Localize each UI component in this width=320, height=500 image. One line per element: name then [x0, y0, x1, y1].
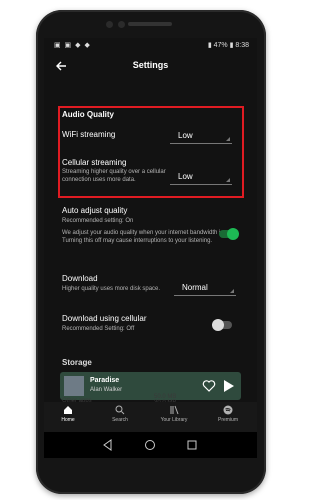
download-cellular-toggle[interactable]	[212, 319, 232, 331]
auto-adjust-toggle[interactable]	[219, 228, 239, 240]
recents-square-icon[interactable]	[186, 439, 198, 451]
home-circle-icon[interactable]	[144, 439, 156, 451]
wifi-streaming-label: WiFi streaming	[62, 130, 116, 139]
wifi-quality-select[interactable]: Low	[170, 129, 232, 144]
download-quality-select[interactable]: Normal	[174, 281, 236, 296]
system-nav	[44, 432, 257, 458]
nav-home[interactable]: Home	[48, 405, 88, 423]
album-art	[64, 376, 84, 396]
cellular-streaming-label: Cellular streaming	[62, 158, 127, 167]
toggle-knob	[212, 319, 224, 331]
nav-library-label: Your Library	[160, 417, 188, 423]
storage-heading: Storage	[62, 358, 92, 367]
front-camera	[118, 21, 125, 28]
download-label: Download	[62, 274, 98, 283]
status-right: ▮ 47% ▮ 8:38	[207, 42, 249, 49]
auto-adjust-label: Auto adjust quality	[62, 206, 128, 215]
nav-home-label: Home	[61, 417, 75, 423]
cellular-streaming-desc: Streaming higher quality over a cellular…	[62, 169, 166, 183]
phone-screen: ▣ ▣ ◆ ◆ ▮ 47% ▮ 8:38 Settings Audio Qual…	[44, 38, 257, 458]
sensor	[106, 21, 113, 28]
song-title: Paradise	[90, 377, 120, 384]
status-bar: ▣ ▣ ◆ ◆ ▮ 47% ▮ 8:38	[44, 38, 257, 52]
spotify-icon	[223, 405, 233, 415]
nav-search[interactable]: Search	[100, 405, 140, 423]
nav-search-label: Search	[112, 417, 128, 423]
library-icon	[170, 405, 179, 415]
auto-adjust-recommended: Recommended setting: On	[62, 218, 134, 224]
wifi-quality-value: Low	[178, 131, 193, 140]
nav-premium-label: Premium	[217, 417, 238, 423]
play-icon[interactable]	[223, 379, 235, 393]
dropdown-arrow-icon	[226, 178, 230, 182]
dropdown-arrow-icon	[230, 289, 234, 293]
nav-library[interactable]: Your Library	[154, 405, 194, 423]
search-icon	[115, 405, 125, 415]
dropdown-arrow-icon	[226, 137, 230, 141]
download-quality-value: Normal	[182, 283, 208, 292]
download-desc: Higher quality uses more disk space.	[62, 286, 161, 292]
auto-adjust-desc: We adjust your audio quality when your i…	[62, 230, 239, 244]
download-cellular-recommended: Recommended Setting: Off	[62, 326, 135, 332]
toggle-knob	[227, 228, 239, 240]
song-artist: Alan Walker	[90, 387, 123, 393]
home-icon	[64, 406, 72, 414]
cellular-quality-value: Low	[178, 172, 193, 181]
audio-quality-heading: Audio Quality	[62, 110, 114, 119]
phone-speaker	[128, 22, 172, 26]
now-playing-bar[interactable]: Paradise Alan Walker	[60, 372, 241, 400]
download-cellular-label: Download using cellular	[62, 314, 147, 323]
settings-content[interactable]: Audio Quality WiFi streaming Low Cellula…	[44, 82, 257, 372]
nav-premium[interactable]: Premium	[208, 405, 248, 423]
cellular-quality-select[interactable]: Low	[170, 170, 232, 185]
status-left-icons: ▣ ▣ ◆ ◆	[54, 42, 91, 49]
bottom-nav: Home Search Your Library Premium	[44, 402, 257, 432]
top-bar: Settings	[44, 54, 257, 78]
back-triangle-icon[interactable]	[102, 439, 114, 451]
page-title: Settings	[132, 60, 169, 70]
heart-icon[interactable]	[202, 379, 216, 393]
